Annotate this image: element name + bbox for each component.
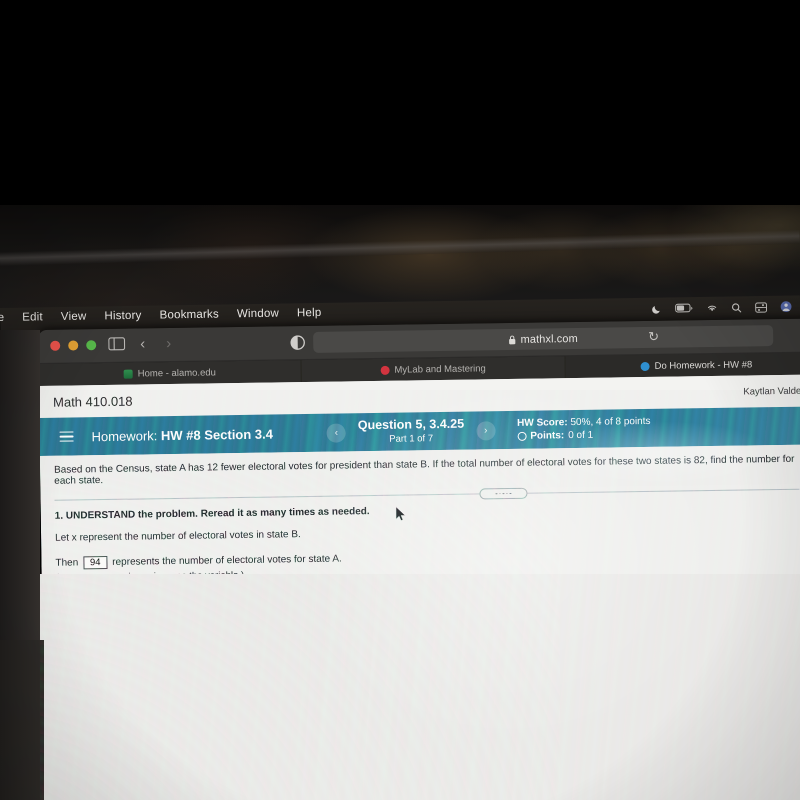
account-name: Kaytlan Valdez — [743, 385, 800, 398]
search-icon[interactable] — [731, 302, 742, 313]
work-area-blank — [0, 574, 800, 800]
pearson-icon — [640, 361, 650, 371]
homework-label: Homework: — [91, 427, 158, 444]
menubar-items: ile Edit View History Bookmarks Window H… — [0, 307, 322, 324]
wall-glow — [600, 205, 800, 295]
next-question-button[interactable]: › — [476, 420, 496, 441]
points-label: Points: — [530, 430, 565, 442]
hw-score-value: 50%, 4 of 8 points — [570, 415, 651, 428]
menubar-status-icons — [651, 301, 792, 315]
menu-item-bookmarks[interactable]: Bookmarks — [159, 309, 219, 322]
url-text: mathxl.com — [520, 332, 578, 346]
points-status-icon — [517, 432, 527, 442]
homework-name: HW #8 Section 3.4 — [160, 426, 274, 443]
then-suffix: represents the number of electoral votes… — [112, 553, 342, 568]
alamo-mountain-icon — [123, 369, 133, 379]
hamburger-menu-icon[interactable] — [59, 431, 74, 443]
points-value: 0 of 1 — [568, 429, 594, 442]
window-controls — [50, 340, 97, 351]
forward-button[interactable]: › — [166, 335, 171, 352]
moon-icon[interactable] — [651, 303, 662, 314]
mylab-icon — [380, 365, 390, 375]
question-part: Part 1 of 7 — [389, 433, 434, 445]
menu-item-edit[interactable]: Edit — [22, 311, 43, 323]
battery-icon[interactable] — [675, 303, 693, 313]
account-menu[interactable]: Kaytlan Valdez — [743, 385, 800, 397]
screen-left-bezel-lower — [0, 640, 44, 800]
points-row: Points: 0 of 1 — [517, 428, 651, 443]
ellipsis-handle[interactable] — [479, 487, 528, 500]
menu-item-window[interactable]: Window — [237, 308, 279, 321]
menu-item-file[interactable]: ile — [0, 312, 4, 324]
homework-title: Homework: HW #8 Section 3.4 — [91, 426, 273, 444]
then-prefix: Then — [55, 557, 79, 569]
question-info: Question 5, 3.4.25 Part 1 of 7 — [358, 417, 465, 446]
answer-input[interactable]: 94 — [83, 555, 108, 570]
mouse-pointer-icon — [395, 506, 406, 521]
step-1-understand: 1. UNDERSTAND the problem. Reread it as … — [54, 506, 370, 522]
lock-icon — [509, 335, 516, 344]
sidebar-icon[interactable] — [108, 337, 126, 356]
zoom-button[interactable] — [86, 340, 97, 351]
tab-label: Do Homework - HW #8 — [654, 358, 753, 372]
user-avatar-icon[interactable] — [780, 301, 792, 313]
score-panel: HW Score: 50%, 4 of 8 points Points: 0 o… — [517, 414, 651, 443]
question-number: Question 5, 3.4.25 — [357, 416, 465, 433]
hw-score-row: HW Score: 50%, 4 of 8 points — [517, 414, 651, 429]
previous-question-button[interactable]: ‹ — [326, 422, 347, 443]
address-bar[interactable]: mathxl.com — [313, 325, 774, 353]
let-x-statement: Let x represent the number of electoral … — [55, 529, 301, 544]
minimize-button[interactable] — [68, 340, 79, 351]
reload-button[interactable]: ↻ — [648, 329, 659, 345]
control-center-icon[interactable] — [755, 301, 768, 313]
menu-item-view[interactable]: View — [61, 311, 87, 323]
close-button[interactable] — [50, 340, 61, 351]
solution-steps: 1. UNDERSTAND the problem. Reread it as … — [41, 489, 800, 584]
hw-score-label: HW Score: — [517, 416, 568, 429]
back-button[interactable]: ‹ — [140, 335, 145, 352]
menu-item-history[interactable]: History — [104, 310, 141, 323]
tab-label: Home - alamo.edu — [137, 366, 216, 380]
menu-item-help[interactable]: Help — [297, 307, 322, 319]
photo-of-laptop-screen: ile Edit View History Bookmarks Window H… — [0, 0, 800, 800]
reader-view-icon[interactable] — [290, 335, 305, 355]
wifi-icon[interactable] — [706, 303, 718, 313]
tab-label: MyLab and Mastering — [394, 362, 486, 376]
black-letterbox — [0, 0, 800, 205]
course-title: Math 410.018 — [52, 393, 133, 410]
